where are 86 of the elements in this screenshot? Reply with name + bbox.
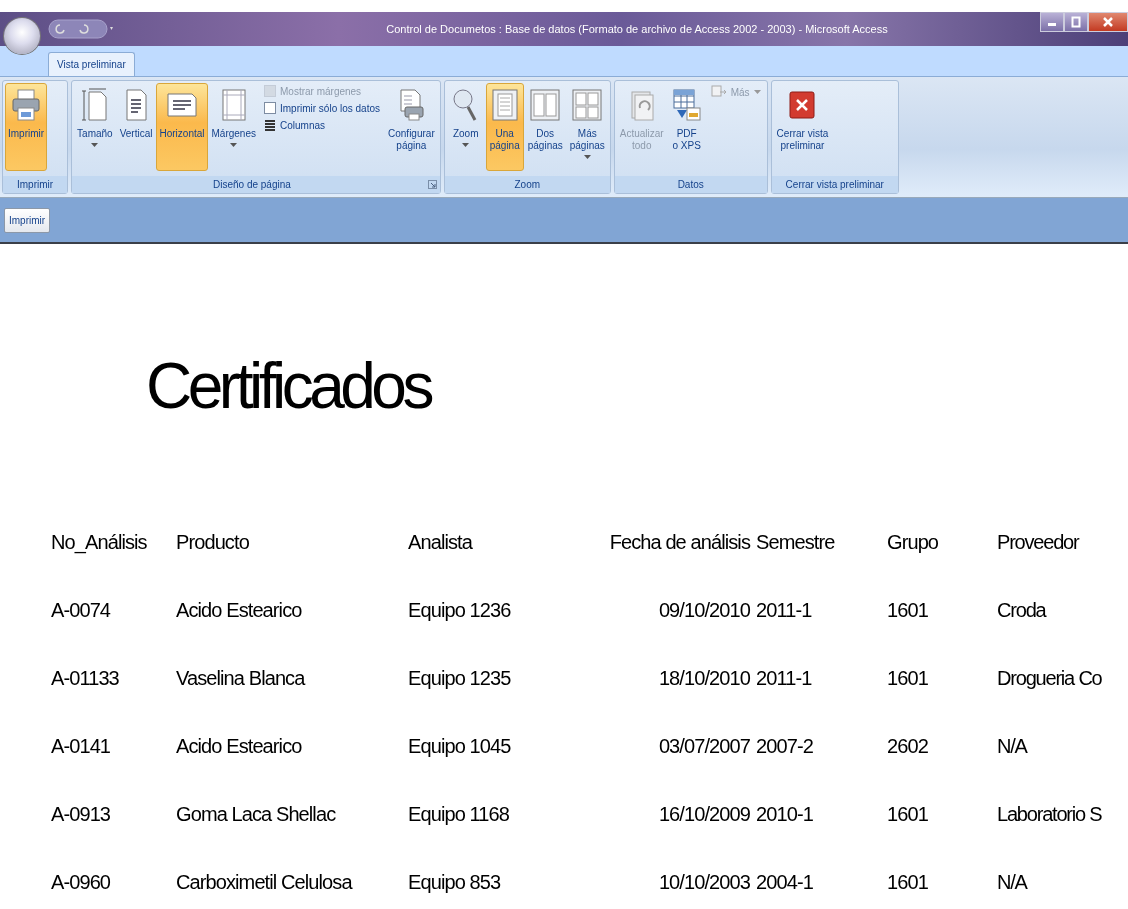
ribbon-button[interactable]: Una página: [485, 83, 524, 171]
table-cell-text: Equipo 1236: [408, 599, 512, 623]
table-cell-text: 2004-1: [756, 871, 814, 895]
export-icon: [710, 85, 727, 99]
table-cell-text: Equipo 1045: [408, 735, 512, 759]
table-cell-text: 03/07/2007: [657, 735, 751, 759]
column-header: No_Análisis: [51, 531, 148, 556]
ribbon-button[interactable]: Dos páginas: [524, 83, 566, 171]
ribbon-tab[interactable]: Vista preliminar: [48, 52, 135, 76]
table-cell-text: A-01133: [51, 667, 120, 691]
column-header: Producto: [176, 531, 250, 555]
table-cell-text: 1601: [887, 803, 929, 827]
table-cell-text: Vaselina Blanca: [176, 667, 306, 691]
minimize-button[interactable]: [1040, 12, 1064, 32]
table-cell-text: A-0913: [51, 803, 112, 827]
column-header: Analista: [408, 531, 474, 555]
column-header: Semestre: [756, 531, 836, 555]
table-cell-text: Drogueria Co: [997, 667, 1103, 691]
column-header: Fecha de análisis: [608, 531, 752, 555]
table-cell-text: 2011-1: [756, 667, 813, 691]
table-cell-text: N/A: [997, 871, 1029, 895]
table-cell-text: Equipo 853: [408, 871, 502, 895]
table-cell-text: 2007-2: [756, 735, 814, 759]
ribbon-button[interactable]: Vertical: [116, 83, 156, 171]
export-icon: [670, 88, 703, 122]
group-label: Datos: [677, 179, 704, 190]
table-cell-text: N/A: [997, 735, 1029, 759]
ribbon-button[interactable]: Columnas: [264, 119, 380, 131]
table-cell-text: 1601: [887, 599, 929, 623]
table-cell-text: 2010-1: [756, 803, 814, 827]
checkbox-label: Imprimir sólo los datos: [280, 102, 380, 114]
table-cell-text: 16/10/2009: [657, 803, 751, 827]
table-cell-text: 18/10/2010: [657, 667, 751, 691]
caret-icon: [91, 143, 99, 147]
checkbox-label: Mostrar márgenes: [280, 85, 362, 97]
ribbon-button[interactable]: Horizontal: [156, 83, 208, 171]
table-cell-text: A-0960: [51, 871, 112, 895]
two-pages-icon: [529, 88, 562, 122]
group-label: Cerrar vista preliminar: [785, 179, 884, 190]
group-label: Diseño de página: [213, 179, 291, 190]
table-cell-text: Carboximetil Celulosa: [176, 871, 354, 895]
ribbon-button[interactable]: Zoom: [446, 83, 485, 171]
table-cell-text: Acido Estearico: [176, 735, 303, 759]
quick-access-toolbar-icon[interactable]: [48, 18, 114, 40]
caret-icon: [583, 155, 591, 159]
table-cell-text: 10/10/2003: [657, 871, 751, 895]
table-cell-text: 2602: [887, 735, 929, 759]
checkbox[interactable]: [264, 102, 276, 114]
restore-icon: [1071, 16, 1081, 28]
table-cell-text: Acido Estearico: [176, 599, 303, 623]
printer-icon: [10, 88, 43, 122]
table-cell-text: Laboratorio S: [997, 803, 1103, 827]
office-button[interactable]: [4, 18, 40, 54]
ribbon-button[interactable]: PDF o XPS: [667, 83, 706, 171]
ribbon-button[interactable]: Márgenes: [208, 83, 259, 171]
four-pages-icon: [571, 88, 604, 122]
ribbon-button[interactable]: Imprimir: [5, 83, 48, 171]
caret-icon: [230, 143, 238, 147]
table-cell-text: 1601: [887, 871, 929, 895]
table-cell-text: Goma Laca Shellac: [176, 803, 337, 827]
table-cell-text: Equipo 1235: [408, 667, 512, 691]
table-cell-text: A-0074: [51, 599, 112, 623]
window-title: Control de Documetos : Base de datos (Formato de archivo de Access 2002 - 2003) - Microsoft Access: [385, 23, 889, 35]
ribbon-button[interactable]: Más páginas: [566, 83, 608, 171]
columns-icon: [264, 119, 276, 131]
table-cell-text: 1601: [887, 667, 929, 691]
table-cell-text: Equipo 1168: [408, 803, 510, 827]
dialog-launcher-icon[interactable]: [427, 180, 437, 189]
close-icon: [1102, 16, 1114, 28]
print-button[interactable]: Imprimir: [4, 207, 51, 233]
table-cell-text: Croda: [997, 599, 1047, 623]
caret-icon: [753, 90, 761, 94]
column-header: Proveedor: [997, 531, 1080, 555]
restore-button[interactable]: [1064, 12, 1088, 32]
group-label: Zoom: [514, 179, 541, 190]
close-button[interactable]: [1088, 12, 1128, 32]
table-cell-text: 09/10/2010: [657, 599, 751, 623]
column-header: Grupo: [887, 531, 940, 555]
ribbon-button[interactable]: Configurar página: [385, 83, 438, 171]
table-cell-text: 2011-1: [756, 599, 813, 623]
report-title: Certificados: [146, 350, 432, 422]
ribbon-button[interactable]: Cerrar vista preliminar: [773, 83, 832, 171]
ribbon-button[interactable]: Tamaño: [74, 83, 116, 171]
caret-icon: [462, 143, 470, 147]
table-cell-text: A-0141: [51, 735, 112, 759]
group-label: Imprimir: [17, 179, 54, 190]
